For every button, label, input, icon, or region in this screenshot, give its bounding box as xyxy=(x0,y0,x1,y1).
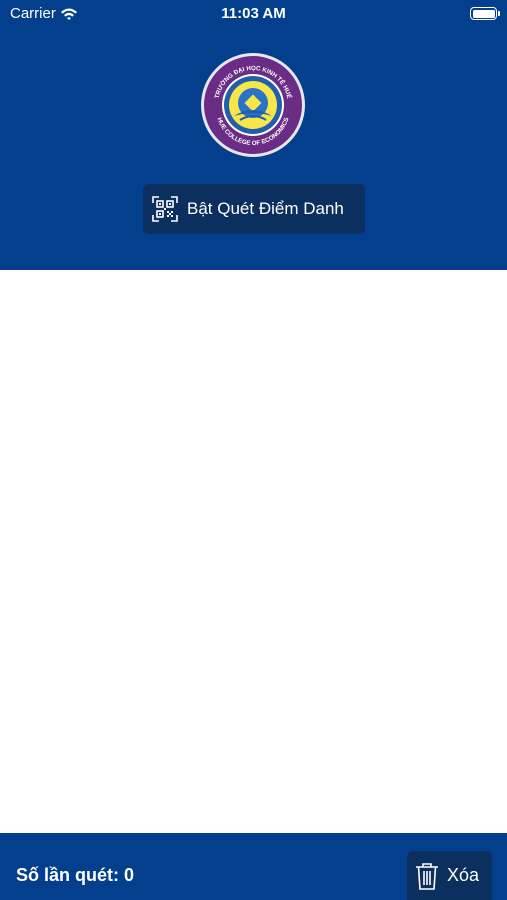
delete-button[interactable]: Xóa xyxy=(407,851,492,900)
qr-scan-icon xyxy=(151,195,179,223)
header: TRƯỜNG ĐẠI HỌC KINH TẾ HUẾ HUE COLLEGE O… xyxy=(0,0,507,270)
status-time: 11:03 AM xyxy=(221,5,286,22)
scan-button-label: Bật Quét Điểm Danh xyxy=(187,199,344,218)
trash-icon xyxy=(415,862,439,890)
university-logo: TRƯỜNG ĐẠI HỌC KINH TẾ HUẾ HUE COLLEGE O… xyxy=(201,53,305,157)
scan-count: Số lần quét: 0 xyxy=(16,865,135,885)
status-bar: Carrier 11:03 AM xyxy=(0,0,507,28)
footer: Số lần quét: 0 Xóa xyxy=(0,833,507,900)
battery-icon xyxy=(470,7,500,20)
delete-button-label: Xóa xyxy=(447,865,480,885)
scan-results-list xyxy=(0,270,507,833)
scan-attendance-button[interactable]: Bật Quét Điểm Danh xyxy=(143,184,365,234)
